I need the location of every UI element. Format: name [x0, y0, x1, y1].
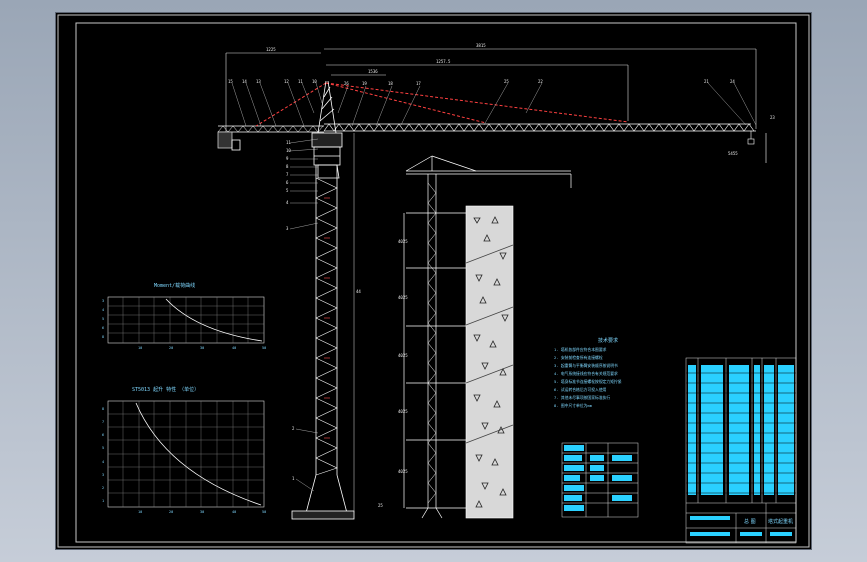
notes-line-6: 6. 试运转合格后方可投入使用: [554, 387, 607, 392]
technical-notes: 技术要求 1. 塔机各部件应符合本图要求 2. 安装前检查所有连接螺栓 3. 起…: [554, 337, 622, 408]
chart1-x2: 20: [169, 346, 173, 350]
chart1-title: Moment/载荷曲线: [154, 282, 195, 289]
chart2-x3: 30: [200, 510, 204, 514]
counter-jib: [217, 125, 324, 151]
tie-rods: [255, 82, 629, 127]
callout-left-3: 9: [286, 156, 289, 161]
callout-top-15: 23: [770, 115, 775, 120]
callout-top-5: 11: [298, 79, 303, 84]
notes-line-7: 7. 其他未尽事项按国家标准执行: [554, 395, 610, 400]
callout-left-11: 1: [292, 476, 295, 481]
chart1-x1: 10: [138, 346, 142, 350]
chart2-y4: 5: [102, 446, 104, 450]
callout-left-7: 5: [286, 188, 289, 193]
notes-title: 技术要求: [598, 337, 618, 344]
chart2-y3: 6: [102, 433, 104, 437]
dim-mid-span: 1257.5: [436, 59, 451, 64]
callout-top-9: 18: [388, 81, 393, 86]
callout-left-2: 10: [286, 148, 291, 153]
chart1-x5: 50: [262, 346, 266, 350]
callout-top-13: 21: [704, 79, 709, 84]
side-view-lattice: [427, 182, 437, 504]
tower-lattice: [315, 177, 338, 476]
notes-line-3: 3. 起重臂与平衡臂安装顺序按说明书: [554, 363, 618, 368]
dim-jib-top: 1536: [368, 69, 378, 74]
top-dimensions: [225, 48, 757, 133]
title-block-label-1: 总 图: [744, 518, 756, 525]
chart2-y8: 1: [102, 499, 104, 503]
dim-total-span: 3815: [476, 43, 486, 48]
callout-top-6: 10: [312, 79, 317, 84]
chart1-x4: 40: [232, 346, 236, 350]
callout-left-1: 11: [286, 140, 291, 145]
chart2-y2: 7: [102, 420, 104, 424]
chart1-y2: 4: [102, 308, 104, 312]
side-dim-3: 4025: [398, 353, 408, 358]
notes-line-5: 5. 塔身标准节连接螺栓按规定力矩拧紧: [554, 379, 622, 384]
chart-load-curve-2: ST5013 起升 特性 （单位） 10 20 30 40 50 8 7 6 5…: [102, 386, 266, 514]
callout-top-2: 14: [242, 79, 247, 84]
callout-left-5: 7: [286, 172, 289, 177]
chart2-y7: 2: [102, 486, 104, 490]
chart1-y4: 6: [102, 326, 104, 330]
callout-left-9: 3: [286, 226, 289, 231]
callout-top-3: 13: [256, 79, 261, 84]
callout-top-7: 26: [344, 81, 349, 86]
chart-load-curve-1: Moment/载荷曲线 10 20 30 40 50 3 4 5 6 8: [102, 282, 266, 350]
cad-viewport[interactable]: 1225 3815 1257.5 1536 5455 44 25 15 14 1…: [56, 13, 811, 549]
chart2-x1: 10: [138, 510, 142, 514]
notes-line-8: 8. 图中尺寸单位为mm: [554, 403, 593, 408]
foundation-panel: [465, 205, 514, 519]
chart2-title: ST5013 起升 特性 （单位）: [132, 386, 199, 393]
top-callouts: [231, 82, 757, 127]
dim-left-span: 1225: [266, 47, 276, 52]
callout-left-4: 8: [286, 164, 289, 169]
chart2-y5: 4: [102, 460, 104, 464]
title-block-label-2: 塔式起重机: [768, 518, 793, 525]
hook: [747, 131, 767, 163]
parameter-table-text: [564, 445, 632, 511]
chart2-x4: 40: [232, 510, 236, 514]
callout-top-8: 19: [362, 81, 367, 86]
chart1-y5: 8: [102, 335, 104, 339]
notes-line-2: 2. 安装前检查所有连接螺栓: [554, 355, 603, 360]
dim-tower-height: 44: [356, 289, 361, 294]
chart2-x2: 20: [169, 510, 173, 514]
cad-drawing: 1225 3815 1257.5 1536 5455 44 25 15 14 1…: [57, 14, 810, 548]
chart1-y1: 3: [102, 299, 104, 303]
main-jib-lattice: [323, 123, 755, 132]
callout-top-10: 17: [416, 81, 421, 86]
chart1-y3: 5: [102, 317, 104, 321]
chart2-y6: 3: [102, 473, 104, 477]
dim-ground: 25: [378, 503, 383, 508]
callout-left-8: 4: [286, 200, 289, 205]
chart1-x3: 30: [200, 346, 204, 350]
parts-list-text: [688, 365, 794, 495]
callout-top-4: 12: [284, 79, 289, 84]
side-dim-2: 4025: [398, 295, 408, 300]
notes-line-4: 4. 电气系统接线应符合有关规范要求: [554, 371, 618, 376]
left-callouts: [289, 138, 319, 492]
chart2-y1: 8: [102, 407, 104, 411]
callout-top-1: 15: [228, 79, 233, 84]
side-dim-4: 4025: [398, 409, 408, 414]
chart2-x5: 50: [262, 510, 266, 514]
drawing-border: [57, 14, 810, 548]
tower-mast: [291, 164, 355, 520]
callout-left-6: 6: [286, 180, 289, 185]
dim-tip: 5455: [728, 151, 738, 156]
side-dim-1: 4025: [398, 239, 408, 244]
callout-top-12: 22: [538, 79, 543, 84]
notes-line-1: 1. 塔机各部件应符合本图要求: [554, 347, 607, 352]
callout-left-10: 2: [292, 426, 295, 431]
tower-head: [311, 80, 343, 166]
counter-jib-lattice: [217, 125, 324, 133]
side-dim-5: 4025: [398, 469, 408, 474]
callout-top-14: 24: [730, 79, 735, 84]
callout-top-11: 25: [504, 79, 509, 84]
